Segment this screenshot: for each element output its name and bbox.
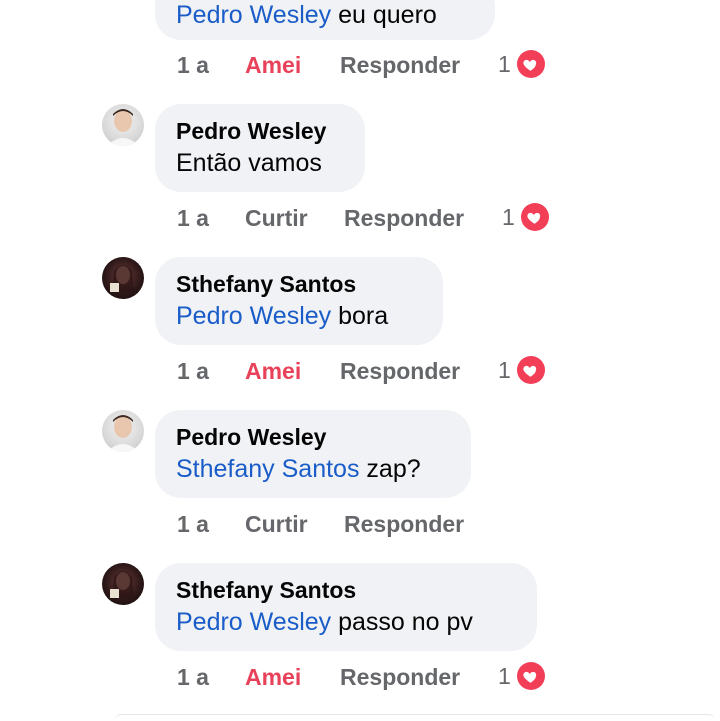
comment-bubble: Pedro Wesley Então vamos xyxy=(155,104,365,192)
comment-body: eu quero xyxy=(331,1,437,29)
reaction-count: 1 xyxy=(498,50,511,77)
comment-bubble: Sthefany Santos Pedro Wesley passo no pv xyxy=(155,563,537,651)
avatar[interactable] xyxy=(102,410,144,452)
comment-author[interactable]: Pedro Wesley xyxy=(176,422,449,452)
comment-time[interactable]: 1 a xyxy=(177,205,209,232)
reply-button[interactable]: Responder xyxy=(340,664,460,691)
like-button[interactable]: Curtir xyxy=(245,205,308,232)
heart-icon xyxy=(516,50,545,78)
avatar[interactable] xyxy=(102,104,144,146)
like-button[interactable]: Curtir xyxy=(245,511,308,538)
comment-text: Então vamos xyxy=(176,146,343,180)
reaction-count: 1 xyxy=(498,356,511,383)
comment-author[interactable]: Sthefany Santos xyxy=(176,269,421,299)
like-button[interactable]: Amei xyxy=(245,664,301,691)
comment-author[interactable]: Sthefany Santos xyxy=(176,575,515,605)
reaction-count: 1 xyxy=(498,662,511,689)
comment-body: passo no pv xyxy=(331,608,473,636)
heart-icon xyxy=(516,662,545,690)
mention-link[interactable]: Pedro Wesley xyxy=(176,608,331,636)
comment-author[interactable]: Pedro Wesley xyxy=(176,116,343,146)
like-button[interactable]: Amei xyxy=(245,358,301,385)
comment-bubble: Pedro Wesley eu quero xyxy=(155,0,495,40)
heart-icon xyxy=(516,356,545,384)
reply-button[interactable]: Responder xyxy=(344,205,464,232)
comment-time[interactable]: 1 a xyxy=(177,664,209,691)
comment-text: Pedro Wesley passo no pv xyxy=(176,605,515,639)
mention-link[interactable]: Pedro Wesley xyxy=(176,302,331,330)
mention-link[interactable]: Pedro Wesley xyxy=(176,1,331,29)
reply-button[interactable]: Responder xyxy=(340,52,460,79)
reaction-summary[interactable]: 1 xyxy=(498,355,545,385)
comment-bubble: Pedro Wesley Sthefany Santos zap? xyxy=(155,410,471,498)
heart-icon xyxy=(520,203,549,231)
comment-time[interactable]: 1 a xyxy=(177,511,209,538)
comment-text: Sthefany Santos zap? xyxy=(176,452,449,486)
comment-time[interactable]: 1 a xyxy=(177,52,209,79)
comment-body: bora xyxy=(331,302,389,330)
like-button[interactable]: Amei xyxy=(245,52,301,79)
reply-button[interactable]: Responder xyxy=(340,358,460,385)
comment-body: Então vamos xyxy=(176,149,322,177)
avatar[interactable] xyxy=(102,563,144,605)
reply-button[interactable]: Responder xyxy=(344,511,464,538)
comment-time[interactable]: 1 a xyxy=(177,358,209,385)
reaction-summary[interactable]: 1 xyxy=(498,49,545,79)
mention-link[interactable]: Sthefany Santos xyxy=(176,455,359,483)
comment-text: Pedro Wesley eu quero xyxy=(176,0,473,32)
comment-text: Pedro Wesley bora xyxy=(176,299,421,333)
comment-body: zap? xyxy=(359,455,421,483)
avatar[interactable] xyxy=(102,257,144,299)
reaction-summary[interactable]: 1 xyxy=(502,202,549,232)
reaction-summary[interactable]: 1 xyxy=(498,661,545,691)
reaction-count: 1 xyxy=(502,203,515,230)
comment-bubble: Sthefany Santos Pedro Wesley bora xyxy=(155,257,443,345)
